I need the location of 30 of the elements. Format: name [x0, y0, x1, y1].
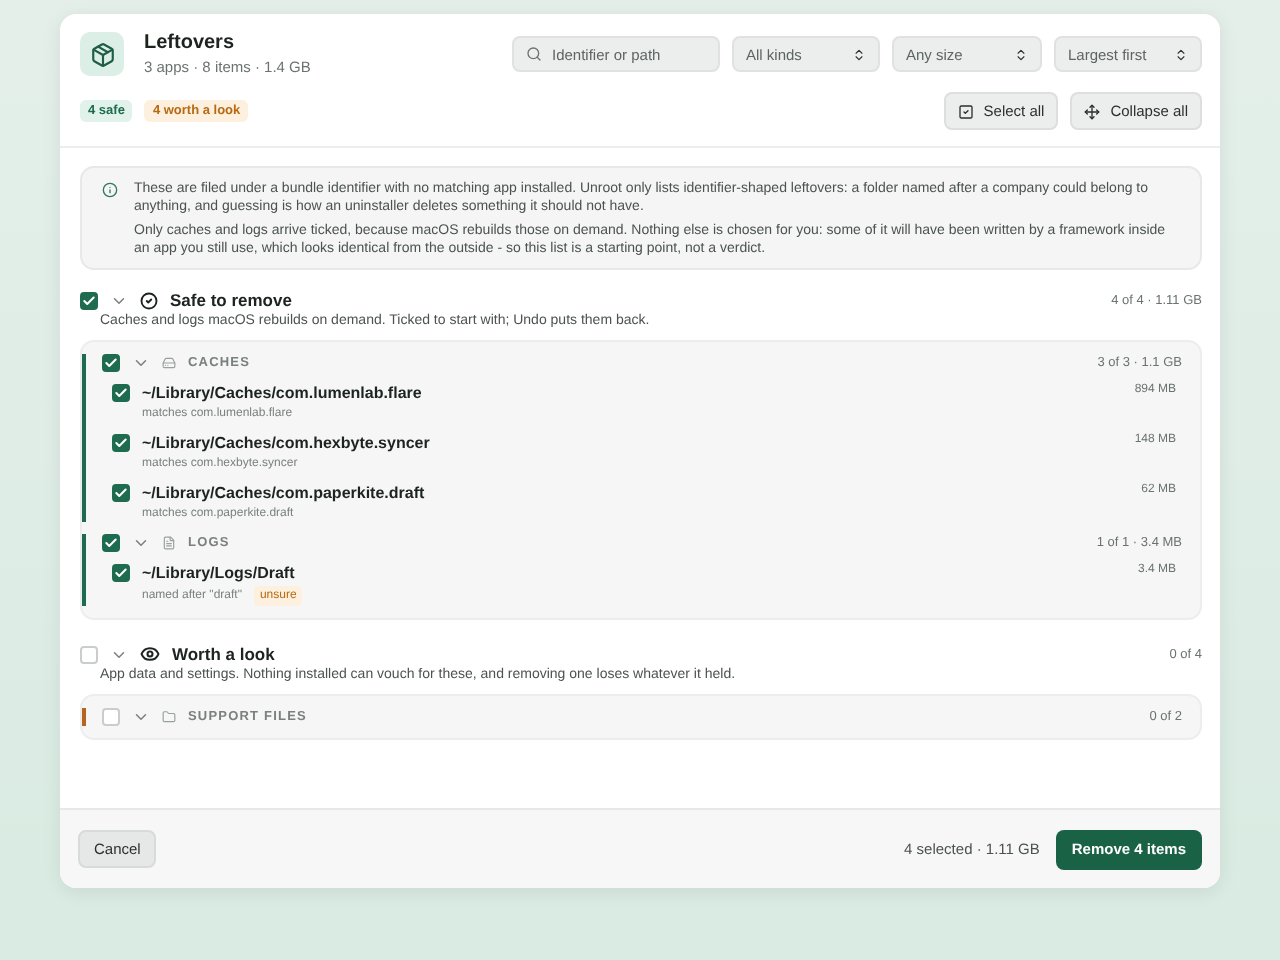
checkbox[interactable]: [112, 434, 130, 452]
checkbox[interactable]: [112, 564, 130, 582]
package-icon: [80, 32, 124, 76]
drive-icon: [162, 356, 176, 370]
updown-icon: [852, 47, 866, 61]
file-path: ~/Library/Caches/com.lumenlab.flare: [142, 384, 424, 402]
checkbox[interactable]: [102, 354, 120, 372]
section-title: Worth a look: [172, 644, 277, 664]
checkbox[interactable]: [80, 291, 98, 309]
check-circle-icon: [140, 291, 158, 309]
arrows-icon: [1084, 103, 1101, 119]
document-icon: [162, 536, 176, 550]
folder-icon: [162, 710, 176, 724]
info-icon: [102, 182, 118, 198]
chevron-down-icon[interactable]: [132, 534, 150, 552]
chevron-down-icon[interactable]: [132, 708, 150, 726]
updown-icon: [1014, 47, 1028, 61]
eye-icon: [140, 644, 160, 664]
updown-icon: [1174, 47, 1188, 61]
checkbox[interactable]: [112, 384, 130, 402]
section-title: Safe to remove: [170, 290, 294, 310]
checkbox[interactable]: [112, 484, 130, 502]
checkbox-icon: [957, 103, 974, 119]
file-path: ~/Library/Caches/com.hexbyte.syncer: [142, 434, 432, 452]
file-path: ~/Library/Caches/com.paperkite.draft: [142, 484, 427, 502]
search-icon: [526, 46, 542, 62]
checkbox[interactable]: [102, 534, 120, 552]
file-path: ~/Library/Logs/Draft: [142, 564, 297, 582]
chevron-down-icon[interactable]: [132, 354, 150, 372]
window-title: Leftovers: [144, 32, 237, 54]
